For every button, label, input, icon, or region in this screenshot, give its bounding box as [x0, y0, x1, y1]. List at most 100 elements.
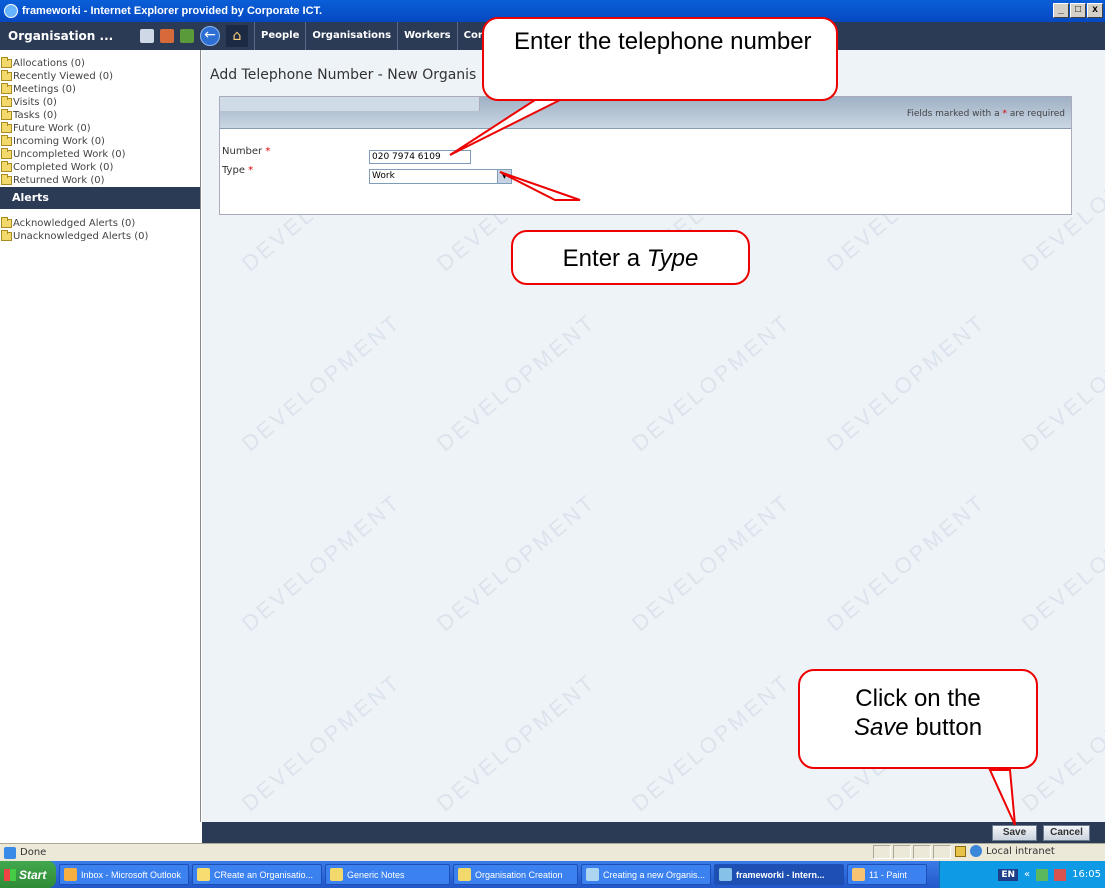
number-label: Number *: [222, 146, 271, 157]
taskbar-tasks: Inbox - Microsoft Outlook CReate an Orga…: [59, 864, 927, 885]
task-create-organisation[interactable]: CReate an Organisatio...: [192, 864, 322, 885]
watermark-text: DEVELOPMENT: [821, 308, 991, 457]
watermark-text: DEVELOPMENT: [236, 668, 406, 817]
folder-icon: [1, 56, 12, 68]
watermark-text: DEVELOPMENT: [626, 488, 796, 637]
close-button[interactable]: x: [1087, 3, 1103, 18]
sidebar-item-meetings[interactable]: Meetings (0): [1, 82, 200, 95]
sidebar-item-future-work[interactable]: Future Work (0): [1, 121, 200, 134]
maximize-button[interactable]: □: [1070, 3, 1086, 18]
watermark-text: DEVELOPMENT: [431, 308, 601, 457]
save-button[interactable]: Save: [992, 825, 1037, 841]
form-header: Fields marked with a * are required: [220, 97, 1071, 129]
page-title: Add Telephone Number - New Organis: [210, 67, 477, 83]
watermark-text: DEVELOPMENT: [626, 668, 796, 817]
folder-icon: [1, 108, 12, 120]
folder-icon: [1, 173, 12, 185]
form-header-tab: [220, 97, 480, 111]
sidebar-item-allocations[interactable]: Allocations (0): [1, 56, 200, 69]
type-callout: Enter a Type: [511, 230, 750, 285]
window-controls: _ □ x: [1053, 3, 1103, 18]
home-icon[interactable]: ⌂: [226, 25, 248, 47]
sidebar-item-visits[interactable]: Visits (0): [1, 95, 200, 108]
start-button[interactable]: Start: [0, 861, 56, 888]
workers-icon[interactable]: [180, 29, 194, 43]
status-pane: [893, 845, 911, 859]
sidebar-item-unacknowledged-alerts[interactable]: Unacknowledged Alerts (0): [1, 229, 200, 242]
status-text: Done: [0, 846, 46, 859]
tray-expand-icon[interactable]: «: [1024, 869, 1030, 880]
status-pane: [873, 845, 891, 859]
toolbar-icons: [140, 29, 194, 43]
security-zone: Local intranet: [955, 845, 1055, 857]
required-star: *: [265, 146, 271, 157]
folder-icon: [1, 216, 12, 228]
network-icon[interactable]: [1036, 868, 1049, 881]
required-fields-note: Fields marked with a * are required: [906, 109, 1065, 119]
status-pane: [933, 845, 951, 859]
watermark-text: DEVELOPMENT: [431, 488, 601, 637]
language-indicator[interactable]: EN: [998, 868, 1019, 881]
alerts-header: Alerts: [0, 187, 200, 209]
number-input[interactable]: 020 7974 6109: [369, 150, 471, 164]
telephone-form: Fields marked with a * are required Numb…: [219, 96, 1072, 215]
sidebar-item-acknowledged-alerts[interactable]: Acknowledged Alerts (0): [1, 216, 200, 229]
save-callout: Click on the Save button: [798, 669, 1038, 769]
tab-workers[interactable]: Workers: [397, 22, 457, 50]
sidebar: Allocations (0) Recently Viewed (0) Meet…: [0, 50, 201, 822]
required-star: *: [1002, 109, 1008, 119]
windows-logo-icon: [4, 868, 16, 881]
page-icon: [4, 846, 16, 859]
type-select[interactable]: Work ▼: [369, 169, 512, 184]
telephone-callout: Enter the telephone number: [482, 17, 838, 101]
status-panes: [873, 845, 951, 859]
folder-icon: [1, 229, 12, 241]
sidebar-item-tasks[interactable]: Tasks (0): [1, 108, 200, 121]
paint-icon: [852, 868, 865, 881]
people-icon[interactable]: [160, 29, 174, 43]
folder-icon: [458, 868, 471, 881]
sidebar-item-returned-work[interactable]: Returned Work (0): [1, 173, 200, 186]
watermark-text: DEVELOPMENT: [431, 668, 601, 817]
folder-icon: [1, 69, 12, 81]
back-arrow-icon[interactable]: ←: [200, 26, 220, 46]
sidebar-item-completed-work[interactable]: Completed Work (0): [1, 160, 200, 173]
lock-icon: [955, 845, 966, 857]
watermark-text: DEVELOPMENT: [1016, 308, 1105, 457]
task-outlook[interactable]: Inbox - Microsoft Outlook: [59, 864, 189, 885]
minimize-button[interactable]: _: [1053, 3, 1069, 18]
task-organisation-creation[interactable]: Organisation Creation: [453, 864, 578, 885]
folder-icon: [1, 121, 12, 133]
sidebar-item-incoming-work[interactable]: Incoming Work (0): [1, 134, 200, 147]
task-frameworki[interactable]: frameworki - Intern...: [714, 864, 844, 885]
watermark-text: DEVELOPMENT: [236, 308, 406, 457]
nav-tabs: People Organisations Workers Contra: [254, 22, 507, 50]
calendar-icon[interactable]: [140, 29, 154, 43]
task-paint[interactable]: 11 - Paint: [847, 864, 927, 885]
internet-explorer-icon: [4, 4, 18, 18]
tab-people[interactable]: People: [254, 22, 305, 50]
chevron-down-icon[interactable]: ▼: [497, 170, 511, 183]
tab-organisations[interactable]: Organisations: [305, 22, 397, 50]
sidebar-item-uncompleted-work[interactable]: Uncompleted Work (0): [1, 147, 200, 160]
folder-icon: [330, 868, 343, 881]
cancel-button[interactable]: Cancel: [1043, 825, 1090, 841]
word-document-icon: [586, 868, 599, 881]
folder-icon: [1, 147, 12, 159]
tray-app-icon[interactable]: [1054, 868, 1067, 881]
action-bar: Save Cancel: [202, 822, 1105, 843]
browser-statusbar: Done Local intranet: [0, 843, 1105, 861]
windows-taskbar: Start Inbox - Microsoft Outlook CReate a…: [0, 861, 1105, 888]
task-creating-new-organisation[interactable]: Creating a new Organis...: [581, 864, 711, 885]
watermark-text: DEVELOPMENT: [626, 308, 796, 457]
internet-explorer-icon: [719, 868, 732, 881]
clock: 16:05: [1072, 869, 1101, 880]
intranet-icon: [970, 845, 982, 857]
watermark-text: DEVELOPMENT: [1016, 488, 1105, 637]
sidebar-item-recently-viewed[interactable]: Recently Viewed (0): [1, 69, 200, 82]
window-title: frameworki - Internet Explorer provided …: [22, 5, 323, 17]
task-generic-notes[interactable]: Generic Notes: [325, 864, 450, 885]
email-icon: [197, 868, 210, 881]
folder-icon: [1, 82, 12, 94]
type-label: Type *: [222, 165, 254, 176]
